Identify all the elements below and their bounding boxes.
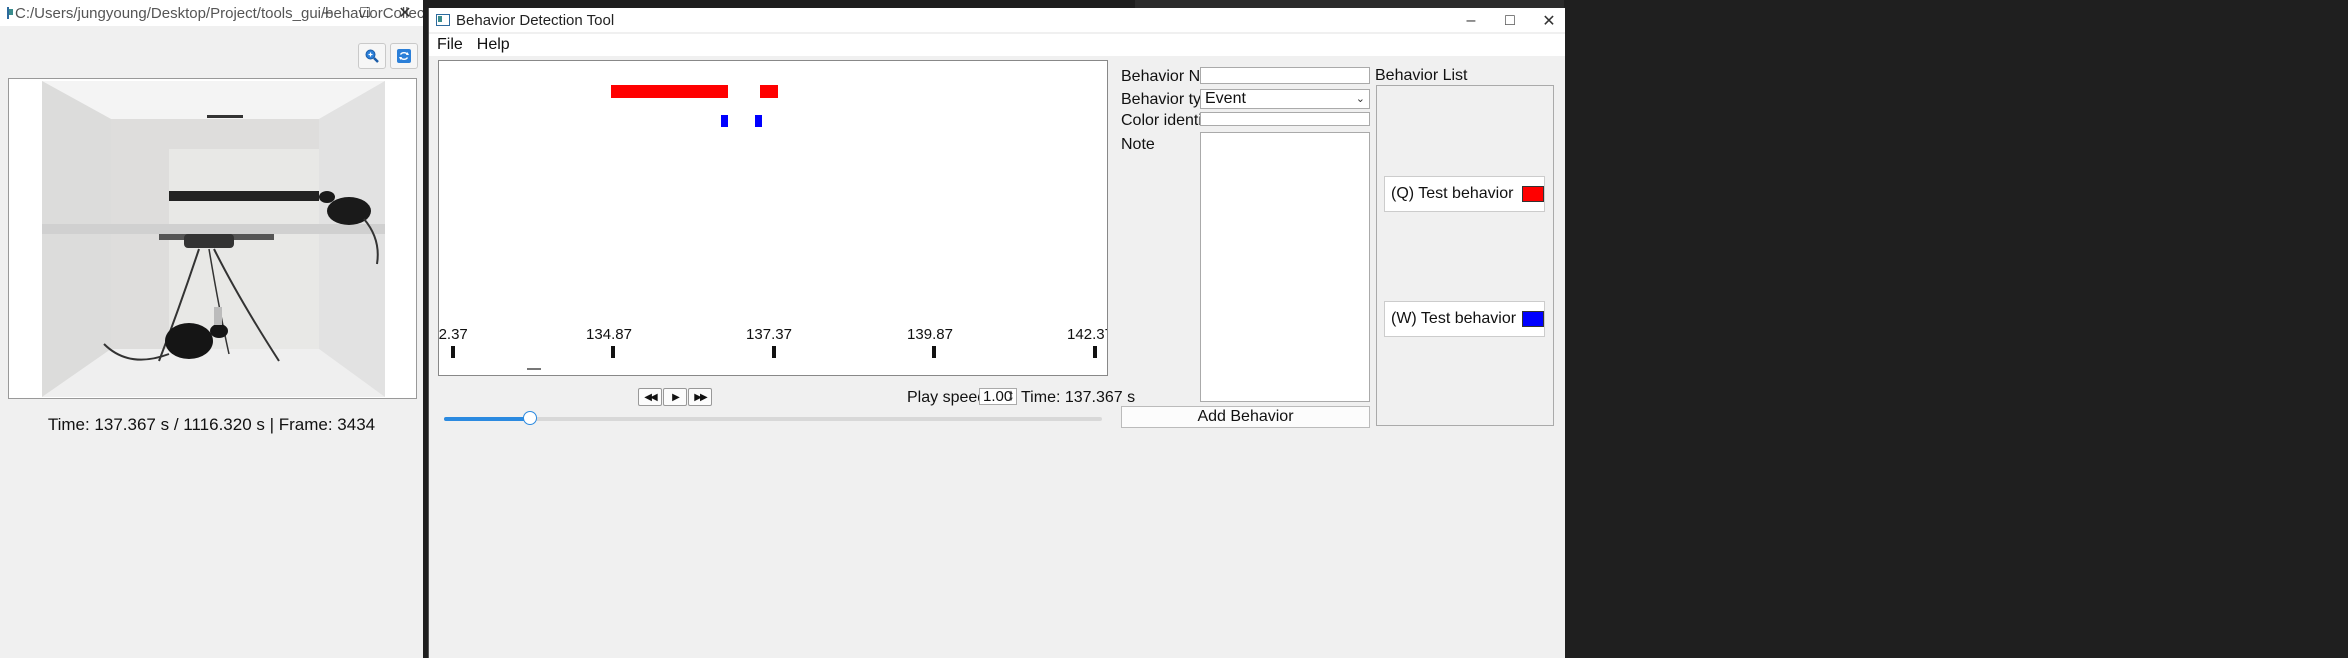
- refresh-icon: [397, 49, 411, 63]
- zoom-in-icon: [365, 49, 379, 63]
- behavior-list-item[interactable]: (Q) Test behavior [State: [1384, 176, 1545, 212]
- fast-forward-icon: ▶▶: [694, 391, 707, 403]
- tick-mark: [451, 346, 455, 358]
- event-mark: [755, 115, 762, 127]
- video-window: C:/Users/jungyoung/Desktop/Project/tools…: [0, 0, 423, 658]
- add-behavior-button[interactable]: Add Behavior: [1121, 406, 1370, 428]
- behavior-item-label: (W) Test behavior 2 [Eve: [1391, 310, 1518, 327]
- spin-arrows-icon[interactable]: ▲ ▼: [1008, 390, 1014, 404]
- playback-slider-fill: [444, 417, 530, 421]
- color-identifier-input[interactable]: [1200, 112, 1370, 126]
- minimize-button[interactable]: –: [1452, 8, 1490, 34]
- tick-label: 142.37: [1067, 326, 1107, 343]
- behavior-timeline[interactable]: 32.37 134.87 137.37 139.87 142.37: [438, 60, 1108, 376]
- app-icon: [7, 7, 13, 19]
- app-icon: [436, 14, 450, 26]
- maximize-button[interactable]: □: [1491, 8, 1529, 34]
- note-label: Note: [1121, 136, 1155, 153]
- menu-bar: File Help: [429, 34, 1565, 56]
- chevron-down-icon: ⌄: [1355, 93, 1365, 105]
- maximize-button[interactable]: □: [346, 0, 384, 26]
- behavior-item-label: (Q) Test behavior [State: [1391, 185, 1518, 202]
- main-window: Behavior Detection Tool – □ ✕ File Help …: [428, 8, 1565, 658]
- close-button[interactable]: ✕: [386, 0, 423, 26]
- behavior-name-input[interactable]: [1200, 67, 1370, 84]
- rewind-icon: ◀◀: [644, 391, 657, 403]
- video-time-status: Time: 137.367 s / 1116.320 s | Frame: 34…: [47, 415, 376, 434]
- background-desktop: [1564, 0, 2348, 658]
- video-window-titlebar: C:/Users/jungyoung/Desktop/Project/tools…: [0, 0, 423, 26]
- behavior-list: (Q) Test behavior [State (W) Test behavi…: [1376, 85, 1554, 426]
- video-display[interactable]: [8, 78, 417, 399]
- tick-label: 137.37: [746, 326, 792, 343]
- playback-slider-handle[interactable]: [522, 411, 537, 425]
- state-bar: [760, 85, 778, 98]
- timeline-scroll-handle[interactable]: [527, 368, 541, 370]
- menu-file[interactable]: File: [431, 36, 469, 54]
- note-textarea[interactable]: [1200, 132, 1370, 402]
- tick-mark: [1093, 346, 1097, 358]
- refresh-button[interactable]: [390, 43, 418, 69]
- behavior-list-item[interactable]: (W) Test behavior 2 [Eve: [1384, 301, 1545, 337]
- minimize-button[interactable]: –: [308, 0, 346, 26]
- tick-label: 139.87: [907, 326, 953, 343]
- tick-mark: [611, 346, 615, 358]
- menu-help[interactable]: Help: [471, 36, 516, 54]
- rewind-button[interactable]: ◀◀: [638, 388, 662, 406]
- main-window-titlebar: Behavior Detection Tool – □ ✕: [429, 8, 1565, 32]
- tick-mark: [932, 346, 936, 358]
- state-bar: [611, 85, 728, 98]
- tick-label: 32.37: [438, 326, 468, 343]
- behavior-type-select[interactable]: Event ⌄: [1200, 89, 1370, 109]
- close-button[interactable]: ✕: [1530, 8, 1565, 34]
- background-window-edge: [1135, 0, 1564, 8]
- event-mark: [721, 115, 728, 127]
- play-icon: ▶: [672, 391, 680, 403]
- playback-slider[interactable]: [444, 411, 1102, 425]
- zoom-button[interactable]: [358, 43, 386, 69]
- play-speed-spinbox[interactable]: 1.00 ▲ ▼: [979, 388, 1017, 405]
- current-time-label: Time: 137.367 s: [1021, 389, 1136, 406]
- behavior-color-swatch: [1522, 311, 1544, 327]
- tick-label: 134.87: [586, 326, 632, 343]
- behavior-color-swatch: [1522, 186, 1544, 202]
- main-window-title: Behavior Detection Tool: [456, 11, 615, 29]
- video-frame-image: [9, 79, 416, 398]
- fast-forward-button[interactable]: ▶▶: [688, 388, 712, 406]
- tick-mark: [772, 346, 776, 358]
- behavior-list-title: Behavior List: [1375, 67, 1468, 84]
- behavior-type-value: Event: [1205, 90, 1246, 107]
- play-button[interactable]: ▶: [663, 388, 687, 406]
